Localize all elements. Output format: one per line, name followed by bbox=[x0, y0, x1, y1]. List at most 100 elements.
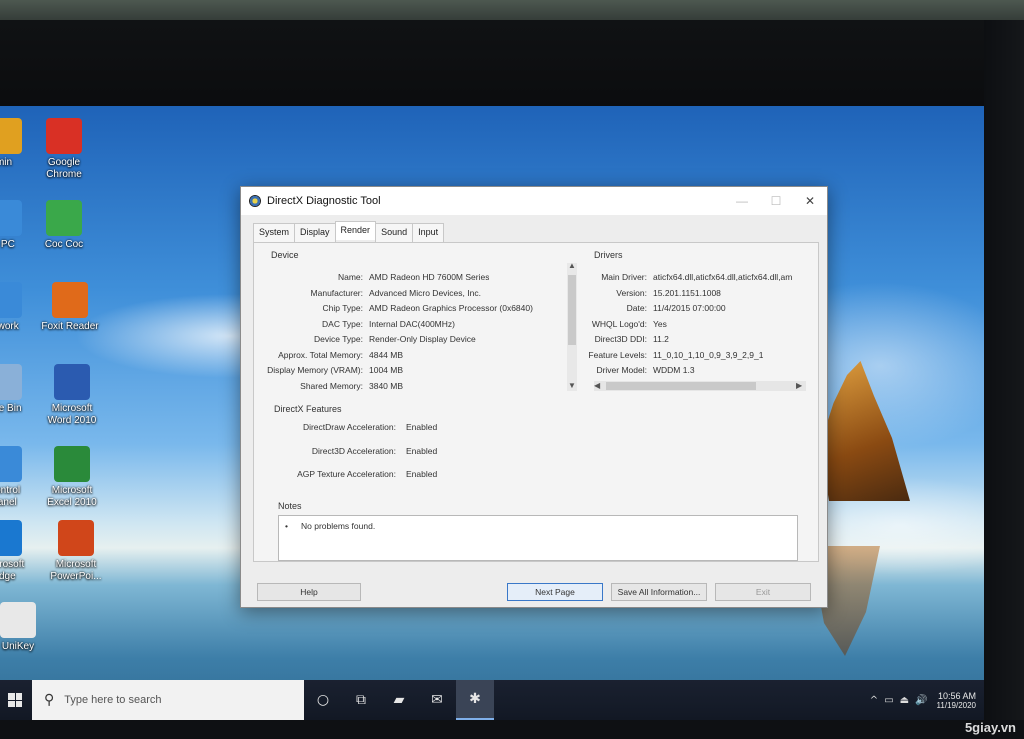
drivers-hscrollbar[interactable]: ◀ ▶ bbox=[594, 381, 806, 391]
desktop-icon[interactable]: min bbox=[0, 118, 36, 169]
desktop-icon[interactable]: s PC bbox=[0, 200, 36, 251]
windows-logo-icon bbox=[8, 693, 22, 707]
info-value: 11.2 bbox=[653, 334, 669, 344]
save-all-button[interactable]: Save All Information... bbox=[611, 583, 707, 601]
info-key: Feature Levels: bbox=[588, 349, 647, 360]
desktop-icon-label: Foxit Reader bbox=[41, 321, 99, 332]
desktop-icon[interactable]: Microsoft PowerPoi... bbox=[44, 520, 108, 583]
desktop-icon[interactable]: UniKey bbox=[0, 602, 50, 653]
desktop-icon-label: Control Panel bbox=[0, 485, 21, 508]
feature-value: Enabled bbox=[406, 445, 438, 456]
desktop-icon[interactable]: etwork bbox=[0, 282, 36, 333]
monitor-bezel-bottom bbox=[0, 720, 1024, 739]
wallpaper-rock bbox=[820, 361, 910, 501]
info-key: Main Driver: bbox=[601, 272, 647, 282]
desktop-icon[interactable]: Google Chrome bbox=[32, 118, 96, 181]
info-row: WHQL Logo'd: Yes bbox=[568, 319, 667, 329]
tab-input[interactable]: Input bbox=[412, 223, 445, 242]
start-button[interactable] bbox=[0, 680, 30, 720]
desktop-icon[interactable]: Foxit Reader bbox=[38, 282, 102, 333]
info-key: Device Type: bbox=[314, 334, 363, 344]
desktop-icon[interactable]: Microsoft Edge bbox=[0, 520, 36, 583]
info-value: 4844 MB bbox=[369, 349, 404, 360]
cortana-icon[interactable]: ○ bbox=[304, 680, 342, 720]
desktop-icon[interactable]: Coc Coc bbox=[32, 200, 96, 251]
info-key: DAC Type: bbox=[322, 318, 363, 329]
desktop-icon[interactable]: Control Panel bbox=[0, 446, 36, 509]
scroll-left-icon[interactable]: ◀ bbox=[594, 381, 600, 390]
file-explorer-icon[interactable]: ▰ bbox=[380, 680, 418, 720]
battery-icon[interactable]: ▭ bbox=[884, 695, 893, 706]
info-value: aticfx64.dll,aticfx64.dll,aticfx64.dll,a… bbox=[653, 272, 793, 282]
feature-key: Direct3D Acceleration: bbox=[311, 445, 396, 456]
tab-strip: System Display Render Sound Input bbox=[253, 221, 445, 242]
word-icon bbox=[54, 364, 90, 400]
feature-row: Direct3D Acceleration: Enabled bbox=[276, 446, 437, 456]
info-value: Advanced Micro Devices, Inc. bbox=[369, 287, 481, 298]
mail-icon[interactable]: ✉ bbox=[418, 680, 456, 720]
info-key: Manufacturer: bbox=[310, 287, 363, 298]
info-row: Device Type: Render-Only Display Device bbox=[254, 334, 476, 344]
exit-button[interactable]: Exit bbox=[715, 583, 811, 601]
maximize-button[interactable]: ☐ bbox=[759, 187, 793, 215]
info-value: 1004 MB bbox=[369, 365, 404, 375]
feature-row: DirectDraw Acceleration: Enabled bbox=[276, 422, 437, 432]
user-folder-icon bbox=[0, 118, 22, 154]
info-key: WHQL Logo'd: bbox=[591, 318, 647, 329]
info-value: AMD Radeon Graphics Processor (0x6840) bbox=[369, 303, 533, 313]
dxdiag-icon[interactable]: ✱ bbox=[456, 680, 494, 720]
title-bar[interactable]: DirectX Diagnostic Tool — ☐ ✕ bbox=[241, 187, 827, 215]
tab-render[interactable]: Render bbox=[334, 221, 377, 240]
desktop-icon[interactable]: Microsoft Word 2010 bbox=[40, 364, 104, 427]
drivers-scroll-thumb[interactable] bbox=[606, 382, 756, 390]
info-value: Render-Only Display Device bbox=[369, 334, 476, 344]
drivers-heading: Drivers bbox=[594, 250, 623, 260]
bullet-icon: • bbox=[285, 521, 288, 531]
minimize-button[interactable]: — bbox=[725, 187, 759, 215]
scroll-down-icon[interactable]: ▼ bbox=[568, 381, 576, 390]
info-value: AMD Radeon HD 7600M Series bbox=[369, 272, 490, 282]
tab-sound[interactable]: Sound bbox=[375, 223, 414, 242]
scroll-up-icon[interactable]: ▲ bbox=[568, 261, 576, 270]
next-page-button[interactable]: Next Page bbox=[507, 583, 603, 601]
info-value: 11_0,10_1,10_0,9_3,9_2,9_1 bbox=[653, 349, 764, 360]
clock-time: 10:56 AM bbox=[937, 690, 976, 701]
scroll-right-icon[interactable]: ▶ bbox=[796, 381, 802, 390]
unikey-icon bbox=[0, 602, 36, 638]
desktop-icon-label: Microsoft Excel 2010 bbox=[47, 485, 97, 508]
info-row: Shared Memory: 3840 MB bbox=[254, 381, 403, 391]
feature-key: AGP Texture Acceleration: bbox=[297, 469, 396, 479]
monitor-bezel-right bbox=[984, 20, 1024, 739]
info-row: Driver Model: WDDM 1.3 bbox=[568, 365, 695, 375]
info-row: Manufacturer: Advanced Micro Devices, Inc… bbox=[254, 288, 481, 298]
desktop-icon[interactable]: ycle Bin bbox=[0, 364, 36, 415]
excel-icon bbox=[54, 446, 90, 482]
window-title: DirectX Diagnostic Tool bbox=[267, 195, 381, 207]
desktop-icon-label: s PC bbox=[0, 239, 15, 250]
search-placeholder: Type here to search bbox=[64, 694, 162, 706]
taskbar-search[interactable]: ⚲ Type here to search bbox=[32, 680, 304, 720]
help-button[interactable]: Help bbox=[257, 583, 361, 601]
this-pc-icon bbox=[0, 200, 22, 236]
show-hidden-icons-icon[interactable]: ^ bbox=[870, 695, 878, 706]
notes-heading: Notes bbox=[278, 501, 302, 511]
tab-display[interactable]: Display bbox=[294, 223, 336, 242]
foxit-icon bbox=[52, 282, 88, 318]
tab-system[interactable]: System bbox=[253, 223, 296, 242]
network-icon[interactable]: ⏏ bbox=[900, 695, 909, 706]
close-button[interactable]: ✕ bbox=[793, 187, 827, 215]
coccoc-icon bbox=[46, 200, 82, 236]
task-view-icon[interactable]: ⧉ bbox=[342, 680, 380, 720]
desktop-icon[interactable]: Microsoft Excel 2010 bbox=[40, 446, 104, 509]
render-panel: Device Name: AMD Radeon HD 7600M Series Ma… bbox=[253, 242, 819, 562]
monitor-bezel-top bbox=[0, 20, 1024, 110]
info-row: Version: 15.201.1151.1008 bbox=[568, 288, 721, 298]
clock[interactable]: 10:56 AM 11/19/2020 bbox=[937, 691, 976, 710]
info-value: WDDM 1.3 bbox=[653, 365, 695, 375]
desktop: min Google Chrome s PC Coc Coc etwork Foxit R… bbox=[0, 106, 984, 720]
desktop-icon-label: Google Chrome bbox=[46, 157, 82, 180]
device-heading: Device bbox=[271, 250, 299, 260]
desktop-icon-label: Microsoft Edge bbox=[0, 559, 25, 582]
volume-icon[interactable]: 🔊 bbox=[915, 695, 927, 706]
info-row: Feature Levels: 11_0,10_1,10_0,9_3,9_2,9_… bbox=[568, 350, 763, 360]
